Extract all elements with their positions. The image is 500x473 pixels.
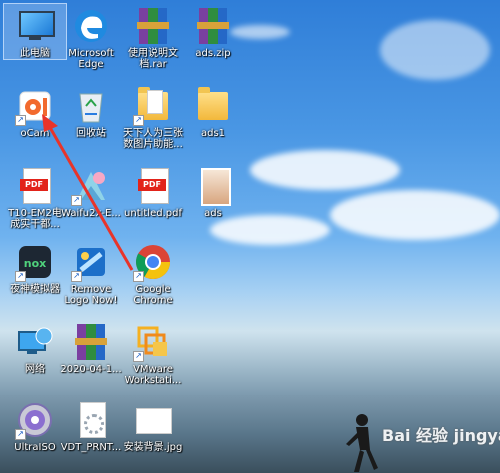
cloud — [330, 190, 500, 240]
runner-silhouette — [346, 414, 378, 472]
desktop-icon-vmware[interactable]: ↗ VMware Workstati... — [122, 320, 184, 386]
winrar-icon — [133, 6, 173, 46]
desktop-icon-this-pc[interactable]: 此电脑 — [3, 3, 67, 60]
desktop-icon-ads-zip[interactable]: ads.zip — [182, 4, 244, 59]
edge-icon — [71, 6, 111, 46]
desktop: 此电脑 Microsoft Edge 使用说明文 档.rar ads.zip ↗… — [0, 0, 500, 473]
image-file-icon — [133, 400, 173, 440]
computer-icon — [15, 6, 55, 46]
desktop-icon-ultraiso[interactable]: ↗ UltraISO — [4, 398, 66, 453]
desktop-icon-ads1[interactable]: ads1 — [182, 84, 244, 139]
vmware-icon: ↗ — [133, 322, 173, 362]
cloud — [380, 20, 490, 80]
annotation-arrow — [42, 114, 134, 271]
baidu-watermark: Bai 经验 jingyan.baidu.com — [382, 426, 500, 445]
cloud — [250, 150, 400, 190]
desktop-icon-network[interactable]: 网络 — [4, 320, 66, 375]
image-file-icon — [193, 166, 233, 206]
winrar-icon — [193, 6, 233, 46]
folder-icon — [193, 86, 233, 126]
desktop-icon-edge[interactable]: Microsoft Edge — [60, 4, 122, 70]
settings-file-icon — [71, 400, 111, 440]
desktop-icon-install-bg[interactable]: 安装背景.jpg — [122, 398, 184, 453]
cloud — [210, 215, 330, 245]
network-icon — [15, 322, 55, 362]
desktop-icon-vdt-prnt[interactable]: VDT_PRNT... — [60, 398, 122, 453]
desktop-icon-ads-image[interactable]: ads — [182, 164, 244, 219]
desktop-icon-archive-2020[interactable]: 2020-04-1... — [60, 320, 122, 375]
ultraiso-icon: ↗ — [15, 400, 55, 440]
desktop-icon-manual-rar[interactable]: 使用说明文 档.rar — [122, 4, 184, 70]
winrar-icon — [71, 322, 111, 362]
